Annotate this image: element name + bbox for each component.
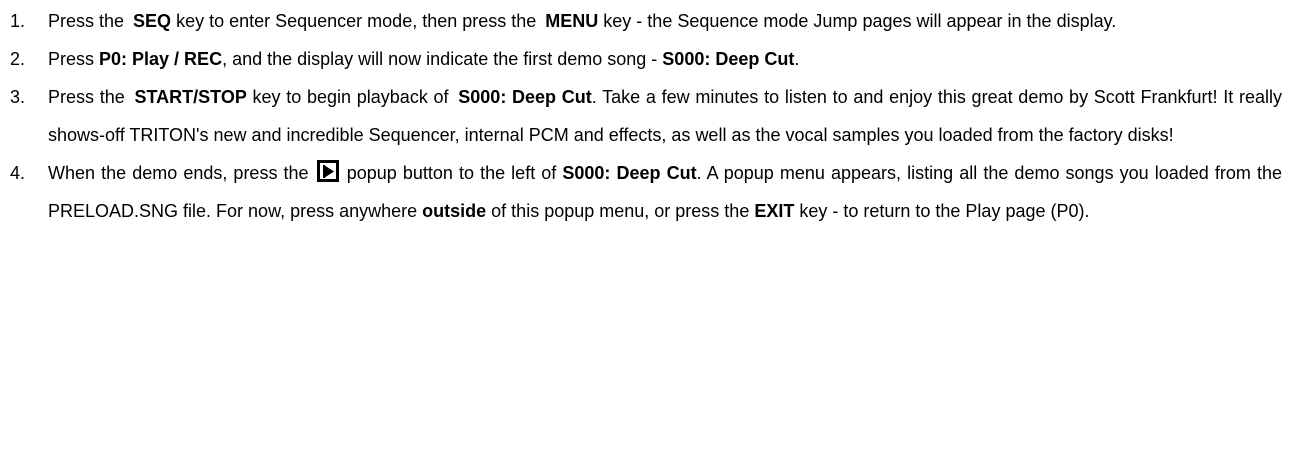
step-text: When the demo ends, press the popup butt… bbox=[48, 154, 1282, 230]
step-text: Press the SEQ key to enter Sequencer mod… bbox=[48, 2, 1282, 40]
seq-key-label: SEQ bbox=[133, 11, 172, 31]
play-rec-page-label: P0: Play / REC bbox=[99, 49, 223, 69]
step-text: Press P0: Play / REC, and the display wi… bbox=[48, 40, 1282, 78]
step-text-run: key to begin playback of bbox=[246, 87, 455, 107]
step-text-run: Press the bbox=[48, 87, 131, 107]
outside-emphasis: outside bbox=[422, 201, 487, 221]
exit-key-label: EXIT bbox=[754, 201, 795, 221]
step-4: 4. When the demo ends, press the popup b… bbox=[0, 154, 1304, 230]
step-text-run: Press the bbox=[48, 11, 130, 31]
step-text-run: key - the Sequence mode Jump pages will … bbox=[598, 11, 1117, 31]
menu-key-label: MENU bbox=[545, 11, 599, 31]
song-name-label: S000: Deep Cut bbox=[662, 49, 795, 69]
step-text-run: . bbox=[794, 49, 800, 69]
step-text-run: of this popup menu, or press the bbox=[486, 201, 755, 221]
step-number: 3. bbox=[10, 87, 26, 107]
step-number: 2. bbox=[10, 49, 26, 69]
step-text-run: When the demo ends, press the bbox=[48, 163, 315, 183]
step-3: 3. Press the START/STOP key to begin pla… bbox=[0, 78, 1304, 154]
step-number: 4. bbox=[10, 163, 26, 183]
song-name-label: S000: Deep Cut bbox=[458, 87, 592, 107]
play-popup-icon bbox=[316, 160, 339, 182]
step-text-run: key to enter Sequencer mode, then press … bbox=[171, 11, 542, 31]
step-text-run: key - to return to the Play page (P0). bbox=[794, 201, 1090, 221]
song-name-label: S000: Deep Cut bbox=[562, 163, 697, 183]
step-text-run: popup button to the left of bbox=[340, 163, 563, 183]
step-1: 1. Press the SEQ key to enter Sequencer … bbox=[0, 2, 1304, 40]
start-stop-key-label: START/STOP bbox=[134, 87, 247, 107]
step-text-run: , and the display will now indicate the … bbox=[222, 49, 663, 69]
instruction-steps: 1. Press the SEQ key to enter Sequencer … bbox=[0, 2, 1304, 230]
step-number: 1. bbox=[10, 11, 26, 31]
step-text: Press the START/STOP key to begin playba… bbox=[48, 78, 1282, 154]
step-text-run: Press bbox=[48, 49, 100, 69]
step-2: 2. Press P0: Play / REC, and the display… bbox=[0, 40, 1304, 78]
